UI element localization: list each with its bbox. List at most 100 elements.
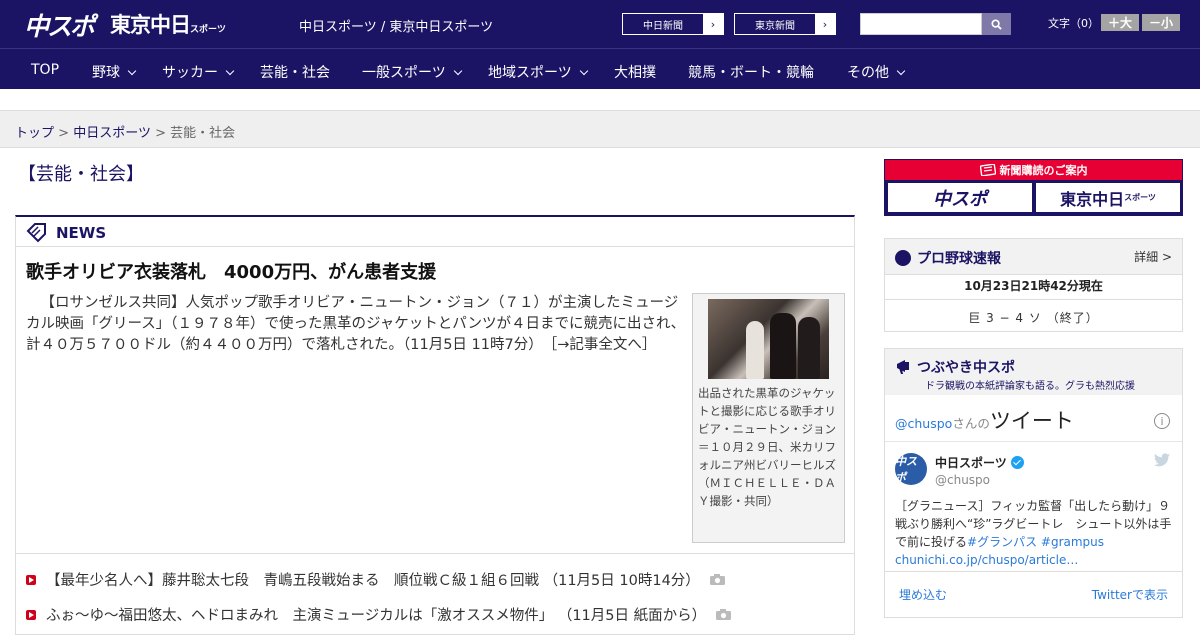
baseball-widget-header: プロ野球速報 詳細 > — [885, 239, 1182, 275]
nav-label: 大相撲 — [614, 65, 656, 81]
nav-item-other[interactable]: その他 — [847, 62, 906, 82]
subscribe-ribbon-label: 新聞購読のご案内 — [999, 164, 1088, 177]
embed-link[interactable]: 埋め込む — [899, 586, 947, 603]
full-article-link[interactable]: ［→記事全文へ］ — [550, 337, 656, 353]
tweet-author-name: 中日スポーツ — [935, 456, 1007, 470]
ext-link-label: 中日新聞 — [643, 20, 683, 32]
nav-item-baseball[interactable]: 野球 — [92, 62, 137, 82]
nav-item-local-sports[interactable]: 地域スポーツ — [488, 62, 588, 82]
divider — [885, 441, 1182, 442]
news-header: NEWS — [16, 217, 854, 247]
avatar[interactable]: 中スポ — [895, 453, 927, 485]
photo-caption: 出品された黒革のジャケットと撮影に応じる歌手オリビア・ニュートン・ジョン＝１０月… — [698, 386, 836, 508]
subscribe-tokyo-small: スポーツ — [1124, 193, 1156, 202]
breadcrumb-separator: > — [155, 126, 166, 141]
megaphone-icon — [897, 360, 909, 374]
twitter-footer: 埋め込む Twitterで表示 — [885, 571, 1182, 607]
ext-link-label: 東京新聞 — [755, 20, 795, 32]
twitter-bird-icon[interactable] — [1154, 453, 1170, 467]
font-bigger-button[interactable]: ＋大 — [1101, 14, 1139, 31]
nav-item-entertainment[interactable]: 芸能・社会 — [260, 62, 330, 82]
article-photo[interactable] — [708, 299, 829, 379]
subscribe-tokyo-main: 東京中日 — [1060, 189, 1125, 209]
tweet-author[interactable]: 中日スポーツ — [935, 454, 1024, 471]
subscribe-ribbon[interactable]: 新聞購読のご案内 — [885, 160, 1182, 180]
chevron-down-icon — [579, 66, 588, 76]
font-smaller-button[interactable]: －小 — [1142, 14, 1180, 31]
news-label: NEWS — [56, 224, 107, 242]
article-headline[interactable]: 歌手オリビア衣装落札 4000万円、がん患者支援 — [26, 258, 436, 284]
divider — [885, 299, 1182, 300]
nav-label: TOP — [31, 62, 60, 78]
newspaper-icon — [979, 164, 996, 176]
subscribe-tokyo-button[interactable]: 東京中日 スポーツ — [1036, 183, 1180, 212]
twitter-subtitle: ドラ観戦の本紙評論家も語る。グラも熱烈応援 — [925, 381, 1135, 392]
nav-item-sumo[interactable]: 大相撲 — [614, 62, 656, 82]
breadcrumb-chunichi-link[interactable]: 中日スポーツ — [73, 126, 151, 141]
tokyo-logo-main: 東京中日 — [110, 13, 191, 37]
subscription-banner: 新聞購読のご案内 中スポ 東京中日 スポーツ — [884, 159, 1183, 216]
info-icon[interactable]: i — [1154, 413, 1170, 429]
nav-item-general-sports[interactable]: 一般スポーツ — [362, 62, 462, 82]
news-list-item[interactable]: ふぉ～ゆ～福田悠太、ヘドロまみれ 主演ミュージカルは「激オススメ物件」 （11月… — [26, 604, 732, 625]
nav-label: その他 — [847, 65, 889, 81]
hashtag-link[interactable]: #グランパス — [967, 535, 1037, 549]
nav-item-top[interactable]: TOP — [31, 62, 59, 78]
breadcrumb-current: 芸能・社会 — [170, 126, 236, 141]
font-size-label: 文字（0） — [1048, 17, 1099, 30]
account-suffix: さんの — [952, 416, 990, 431]
search-icon — [991, 18, 1002, 30]
play-bullet-icon — [26, 609, 36, 620]
breadcrumb-top-link[interactable]: トップ — [15, 126, 54, 141]
tokyo-shimbun-link[interactable]: 東京新聞 › — [734, 13, 836, 35]
search-input[interactable] — [860, 13, 982, 35]
twitter-account-link[interactable]: @chuspo — [895, 416, 952, 431]
tweet-handle[interactable]: @chuspo — [935, 473, 990, 487]
twitter-account-heading: @chuspoさんのツイート — [895, 405, 1074, 435]
nav-item-soccer[interactable]: サッカー — [162, 62, 235, 82]
tweet-link[interactable]: chunichi.co.jp/chuspo/article… — [895, 553, 1078, 567]
tokyo-logo-small: スポーツ — [190, 25, 226, 35]
twitter-widget: つぶやき中スポ ドラ観戦の本紙評論家も語る。グラも熱烈応援 @chuspoさんの… — [884, 348, 1183, 618]
subscribe-chuspo-button[interactable]: 中スポ — [888, 183, 1032, 212]
site-header: 中スポ 東京中日スポーツ 中日スポーツ / 東京中日スポーツ 中日新聞 › 東京… — [0, 0, 1200, 48]
photo-figure — [770, 313, 796, 379]
nav-label: 競馬・ボート・競輪 — [688, 65, 814, 81]
camera-icon — [716, 609, 732, 620]
nav-item-keiba[interactable]: 競馬・ボート・競輪 — [688, 62, 814, 82]
score-game[interactable]: 巨 3 − 4 ソ （終了） — [885, 309, 1182, 326]
tweet-body: ［グラニュース］フィッカ監督「出したら動け」９戦ぶり勝利へ“珍”ラグビートレ シ… — [895, 497, 1177, 569]
chuspo-logo[interactable]: 中スポ — [24, 7, 95, 43]
news-list-text: 【最年少名人へ】藤井聡太七段 青嶋五段戦始まる 順位戦Ｃ級１組６回戦 （11月5… — [46, 573, 700, 589]
baseball-widget: プロ野球速報 詳細 > 10月23日21時42分現在 巨 3 − 4 ソ （終了… — [884, 238, 1183, 332]
baseball-title: プロ野球速報 — [917, 251, 1001, 267]
breadcrumb-bar: トップ > 中日スポーツ > 芸能・社会 — [0, 110, 1200, 148]
chevron-down-icon — [453, 66, 462, 76]
score-time: 10月23日21時42分現在 — [964, 279, 1103, 293]
nav-label: 地域スポーツ — [488, 65, 572, 81]
twitter-widget-header: つぶやき中スポ ドラ観戦の本紙評論家も語る。グラも熱烈応援 — [885, 349, 1182, 395]
nav-label: サッカー — [162, 65, 218, 81]
global-nav: TOP 野球 サッカー 芸能・社会 一般スポーツ 地域スポーツ 大相撲 競馬・ボ… — [0, 48, 1200, 89]
baseball-detail-link[interactable]: 詳細 > — [1134, 248, 1172, 265]
chevron-down-icon — [225, 66, 235, 76]
hashtag-link[interactable]: #grampus — [1041, 535, 1104, 549]
photo-box: 出品された黒革のジャケットと撮影に応じる歌手オリビア・ニュートン・ジョン＝１０月… — [692, 293, 845, 543]
article-lead: 【ロサンゼルス共同】人気ポップ歌手オリビア・ニュートン・ジョン（７１）が主演した… — [26, 293, 686, 356]
view-on-twitter-link[interactable]: Twitterで表示 — [1092, 586, 1168, 603]
chevron-down-icon — [127, 66, 137, 76]
search-button[interactable] — [982, 13, 1011, 35]
news-list-item[interactable]: 【最年少名人へ】藤井聡太七段 青嶋五段戦始まる 順位戦Ｃ級１組６回戦 （11月5… — [26, 569, 725, 590]
chevron-down-icon — [896, 66, 906, 76]
chunichi-shimbun-link[interactable]: 中日新聞 › — [622, 13, 724, 35]
twitter-title: つぶやき中スポ — [917, 360, 1015, 376]
tokyo-chunichi-logo[interactable]: 東京中日スポーツ — [110, 9, 226, 39]
section-title: 【芸能・社会】 — [18, 164, 144, 185]
chevron-right-icon: › — [815, 14, 835, 34]
breadcrumb-separator: > — [58, 126, 70, 141]
breadcrumb: トップ > 中日スポーツ > 芸能・社会 — [15, 122, 235, 141]
photo-figure — [798, 317, 820, 379]
photo-figure — [746, 321, 764, 379]
verified-badge-icon — [1010, 456, 1024, 469]
play-bullet-icon — [26, 574, 36, 585]
